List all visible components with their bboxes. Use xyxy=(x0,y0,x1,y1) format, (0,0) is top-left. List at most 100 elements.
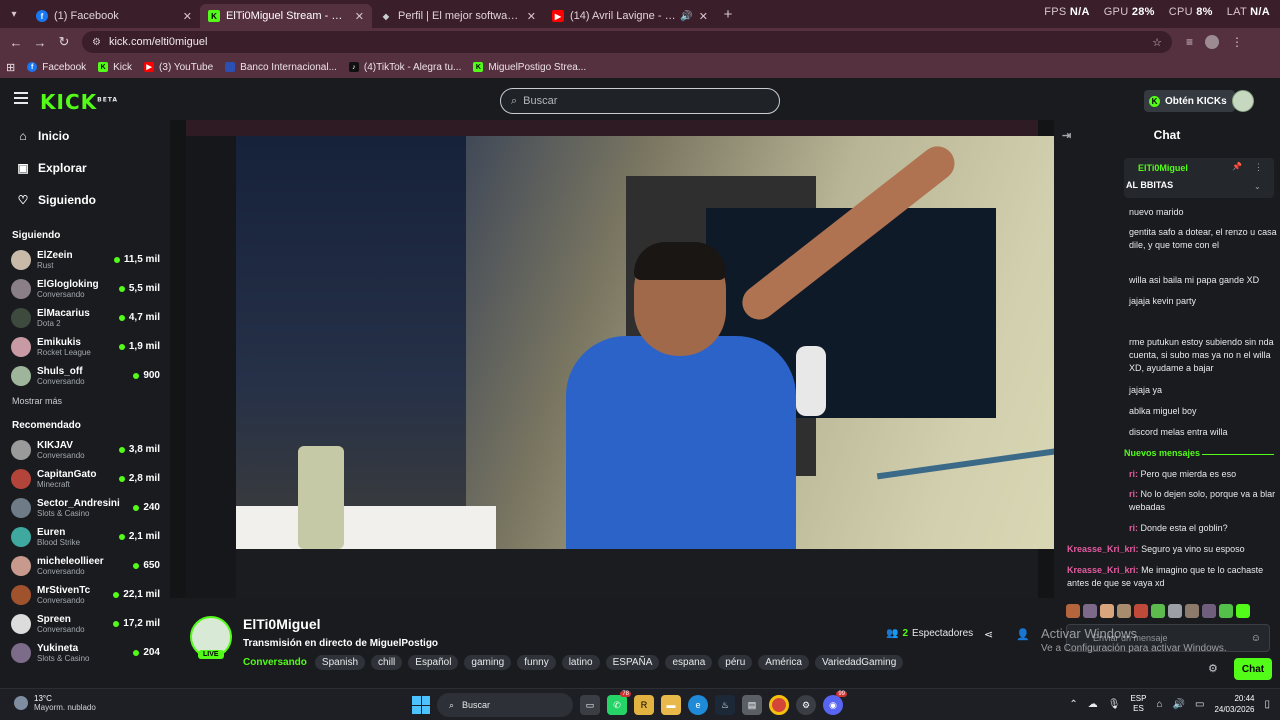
emote-icon[interactable] xyxy=(1236,604,1250,618)
sidebar-item-explorar[interactable]: ▣ Explorar xyxy=(0,152,170,184)
tab-youtube[interactable]: ▶ (14) Avril Lavigne - Complic 🔊 ✕ xyxy=(544,4,716,28)
stream-tag[interactable]: Español xyxy=(408,655,459,670)
sidebar-channel-micheleollieer[interactable]: micheleollieer Conversando 650 xyxy=(0,551,170,580)
stream-tag[interactable]: América xyxy=(758,655,809,670)
sidebar-channel-kikjav[interactable]: KIKJAV Conversando 3,8 mil xyxy=(0,435,170,464)
chrome-icon[interactable] xyxy=(769,695,789,715)
steam-icon[interactable]: ♨ xyxy=(715,695,735,715)
stream-tag[interactable]: ESPAÑA xyxy=(605,655,660,670)
show-more-link[interactable]: Mostrar más xyxy=(0,396,170,406)
sidebar-channel-elglogloking[interactable]: ElGlogloking Conversando 5,5 mil xyxy=(0,274,170,303)
bookmark-banco[interactable]: Banco Internacional... xyxy=(219,62,343,73)
windows-start-icon[interactable] xyxy=(412,696,430,714)
share-icon[interactable]: ⋖ xyxy=(984,628,993,641)
streamer-name[interactable]: ElTi0Miguel xyxy=(243,616,321,632)
stream-tag[interactable]: espana xyxy=(665,655,713,670)
onedrive-icon[interactable]: ☁ xyxy=(1088,699,1098,710)
sidebar-channel-sector-andresini[interactable]: Sector_Andresini Slots & Casino 240 xyxy=(0,493,170,522)
bookmark-youtube[interactable]: ▶ (3) YouTube xyxy=(138,62,219,73)
notifications-icon[interactable]: ▯ xyxy=(1264,699,1270,710)
reload-icon[interactable]: ↻ xyxy=(52,34,76,50)
emote-icon[interactable] xyxy=(1151,604,1165,618)
bookmark-star-icon[interactable]: ☆ xyxy=(1152,36,1162,49)
emote-icon[interactable] xyxy=(1185,604,1199,618)
volume-icon[interactable]: 🔊 xyxy=(1173,699,1185,710)
file-explorer-icon[interactable]: ▬ xyxy=(661,695,681,715)
tab-perfil[interactable]: ◆ Perfil | El mejor software para p ✕ xyxy=(372,4,544,28)
chat-username[interactable]: Kreasse_Kri_kri: xyxy=(1067,544,1141,554)
sidebar-item-inicio[interactable]: ⌂ Inicio xyxy=(0,120,170,152)
get-kicks-button[interactable]: K Obtén KICKs xyxy=(1144,90,1235,112)
emote-icon[interactable] xyxy=(1219,604,1233,618)
tab-facebook[interactable]: f (1) Facebook ✕ xyxy=(28,4,200,28)
sidebar-channel-spreen[interactable]: Spreen Conversando 17,2 mil xyxy=(0,609,170,638)
sidebar-channel-capitangato[interactable]: CapitanGato Minecraft 2,8 mil xyxy=(0,464,170,493)
chevron-down-icon[interactable]: ⌄ xyxy=(1254,182,1261,191)
close-icon[interactable]: ✕ xyxy=(355,10,364,23)
emote-icon[interactable] xyxy=(1083,604,1097,618)
chat-username[interactable]: ri: xyxy=(1129,523,1141,533)
sidebar-channel-yukineta[interactable]: Yukineta Slots & Casino 204 xyxy=(0,638,170,667)
collapse-chat-icon[interactable]: ⇥ xyxy=(1062,129,1071,142)
user-avatar[interactable] xyxy=(1232,90,1254,112)
network-icon[interactable]: ⌂ xyxy=(1156,699,1162,710)
whatsapp-icon[interactable]: ✆ 78 xyxy=(607,691,631,715)
battery-icon[interactable]: ▭ xyxy=(1195,699,1204,710)
browser-menu-icon[interactable]: ⋮ xyxy=(1231,35,1243,49)
close-icon[interactable]: ✕ xyxy=(183,10,192,23)
forward-icon[interactable]: → xyxy=(28,35,52,50)
profile-avatar-icon[interactable] xyxy=(1205,35,1220,49)
bookmark-kick[interactable]: K Kick xyxy=(92,62,138,73)
stream-tag[interactable]: funny xyxy=(517,655,556,670)
chat-username[interactable]: ri: xyxy=(1129,489,1141,499)
store-icon[interactable]: ▤ xyxy=(742,695,762,715)
stream-tag[interactable]: latino xyxy=(561,655,600,670)
sidebar-item-siguiendo[interactable]: ♡ Siguiendo xyxy=(0,184,170,216)
sidebar-channel-elmacarius[interactable]: ElMacarius Dota 2 4,7 mil xyxy=(0,303,170,332)
media-controls-icon[interactable]: ≡ xyxy=(1186,35,1193,49)
tab-kick-stream[interactable]: K ElTi0Miguel Stream - Watch Live ✕ xyxy=(200,4,372,28)
emote-icon[interactable] xyxy=(1168,604,1182,618)
kick-logo[interactable]: KICKBETA xyxy=(40,90,118,114)
language-indicator[interactable]: ESP ES xyxy=(1130,694,1146,714)
stream-tag[interactable]: Spanish xyxy=(314,655,366,670)
bookmark-facebook[interactable]: f Facebook xyxy=(21,62,92,73)
url-field[interactable]: ⚙ kick.com/elti0miguel ☆ xyxy=(82,31,1172,53)
emote-icon[interactable] xyxy=(1100,604,1114,618)
emote-icon[interactable] xyxy=(1202,604,1216,618)
stream-tag[interactable]: VariedadGaming xyxy=(814,655,904,670)
stream-tag[interactable]: gaming xyxy=(464,655,512,670)
close-icon[interactable]: ✕ xyxy=(527,10,536,23)
microphone-icon[interactable]: 🎙 xyxy=(1108,699,1121,710)
clock[interactable]: 20:44 24/03/2026 xyxy=(1214,693,1254,715)
send-chat-button[interactable]: Chat xyxy=(1234,658,1272,680)
chevron-up-icon[interactable]: ⌃ xyxy=(1069,699,1077,710)
speaker-icon[interactable]: 🔊 xyxy=(680,11,692,22)
emote-icon[interactable] xyxy=(1134,604,1148,618)
sidebar-channel-emikukis[interactable]: Emikukis Rocket League 1,9 mil xyxy=(0,332,170,361)
settings-app-icon[interactable]: ⚙ xyxy=(796,695,816,715)
stream-tag[interactable]: péru xyxy=(718,655,753,670)
site-info-icon[interactable]: ⚙ xyxy=(92,37,101,48)
sidebar-channel-elzeein[interactable]: ElZeein Rust 11,5 mil xyxy=(0,245,170,274)
task-view-icon[interactable]: ▭ xyxy=(580,695,600,715)
video-player[interactable] xyxy=(170,120,1054,598)
emote-icon[interactable] xyxy=(1117,604,1131,618)
pinned-message[interactable]: ElTi0Miguel AL BBITAS 📌 ⋮ ⌄ xyxy=(1124,158,1274,198)
back-icon[interactable]: ← xyxy=(4,35,28,50)
app-icon[interactable]: R xyxy=(634,695,654,715)
search-input[interactable]: ⌕ Buscar xyxy=(500,88,780,114)
new-tab-button[interactable]: + xyxy=(716,6,740,23)
sidebar-channel-shuls-off[interactable]: Shuls_off Conversando 900 xyxy=(0,361,170,390)
emote-icon[interactable] xyxy=(1066,604,1080,618)
chat-username[interactable]: Kreasse_Kri_kri: xyxy=(1067,565,1141,575)
close-icon[interactable]: ✕ xyxy=(699,10,708,23)
sidebar-channel-euren[interactable]: Euren Blood Strike 2,1 mil xyxy=(0,522,170,551)
taskbar-search[interactable]: ⌕ Buscar xyxy=(437,693,573,717)
discord-icon[interactable]: ◉ 99 xyxy=(823,691,847,715)
emoji-icon[interactable]: ☺ xyxy=(1251,633,1261,644)
tab-search-button[interactable]: ▾ xyxy=(0,0,28,28)
weather-widget[interactable]: 13°C Mayorm. nublado xyxy=(14,694,96,712)
menu-icon[interactable] xyxy=(14,92,28,107)
more-options-icon[interactable]: ⋮ xyxy=(1254,162,1263,173)
